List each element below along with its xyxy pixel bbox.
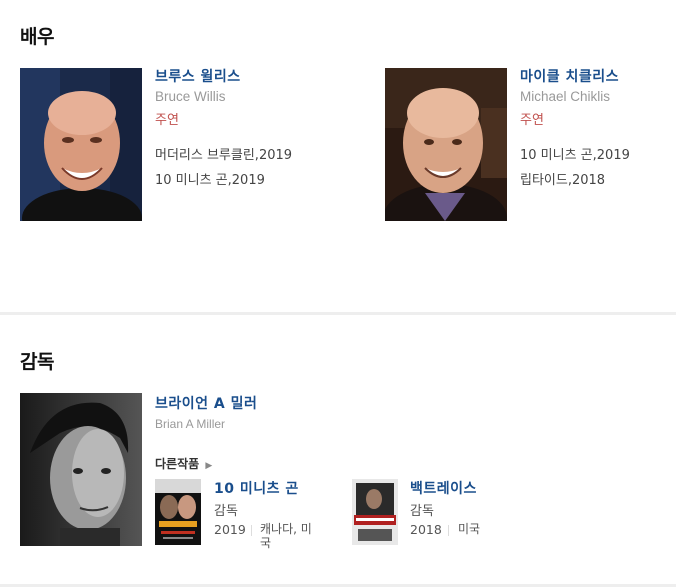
meta-separator — [251, 525, 252, 536]
work-year: 2018 — [410, 522, 442, 537]
director-portrait-image — [20, 393, 142, 546]
actor-name-kr[interactable]: 마이클 치클리스 — [520, 66, 619, 86]
actor-film-link[interactable]: 립타이드,2018 — [520, 169, 605, 188]
actor-portrait-image — [20, 68, 142, 221]
chevron-right-icon: ▶ — [205, 461, 213, 471]
work-poster[interactable] — [155, 479, 201, 545]
more-works-text: 다른작품 — [155, 457, 200, 471]
more-works-label: 다른작품 ▶ — [155, 455, 212, 472]
work-title-link[interactable]: 백트레이스 — [410, 478, 477, 498]
work-role: 감독 — [410, 504, 434, 519]
director-name-kr[interactable]: 브라이언 A 밀러 — [155, 393, 257, 413]
poster-image — [155, 479, 201, 545]
meta-separator — [448, 525, 449, 536]
work-poster[interactable] — [352, 479, 398, 545]
poster-image — [352, 479, 398, 545]
actor-role: 주연 — [520, 113, 544, 128]
actor-portrait-image — [385, 68, 507, 221]
work-title-link[interactable]: 10 미니츠 곤 — [214, 478, 299, 498]
work-country: 미국 — [458, 522, 481, 536]
actor-film-link[interactable]: 머더리스 브루클린,2019 — [155, 144, 292, 163]
work-role: 감독 — [214, 504, 238, 519]
section-divider — [0, 312, 676, 315]
actor-photo-bruce-willis[interactable] — [20, 68, 142, 221]
director-name-en: Brian A Miller — [155, 417, 226, 431]
director-photo[interactable] — [20, 393, 142, 546]
actor-film-link[interactable]: 10 미니츠 곤,2019 — [155, 169, 265, 188]
work-year: 2019 — [214, 522, 246, 537]
actor-name-kr[interactable]: 브루스 윌리스 — [155, 66, 241, 86]
actor-role: 주연 — [155, 113, 179, 128]
actors-section-title: 배우 — [20, 26, 54, 48]
director-section-title: 감독 — [20, 351, 54, 373]
actor-photo-michael-chiklis[interactable] — [385, 68, 507, 221]
actor-name-en: Michael Chiklis — [520, 89, 611, 104]
work-country: 캐나다, 미국 — [260, 522, 312, 550]
actor-name-en: Bruce Willis — [155, 89, 226, 104]
actor-film-link[interactable]: 10 미니츠 곤,2019 — [520, 144, 630, 163]
